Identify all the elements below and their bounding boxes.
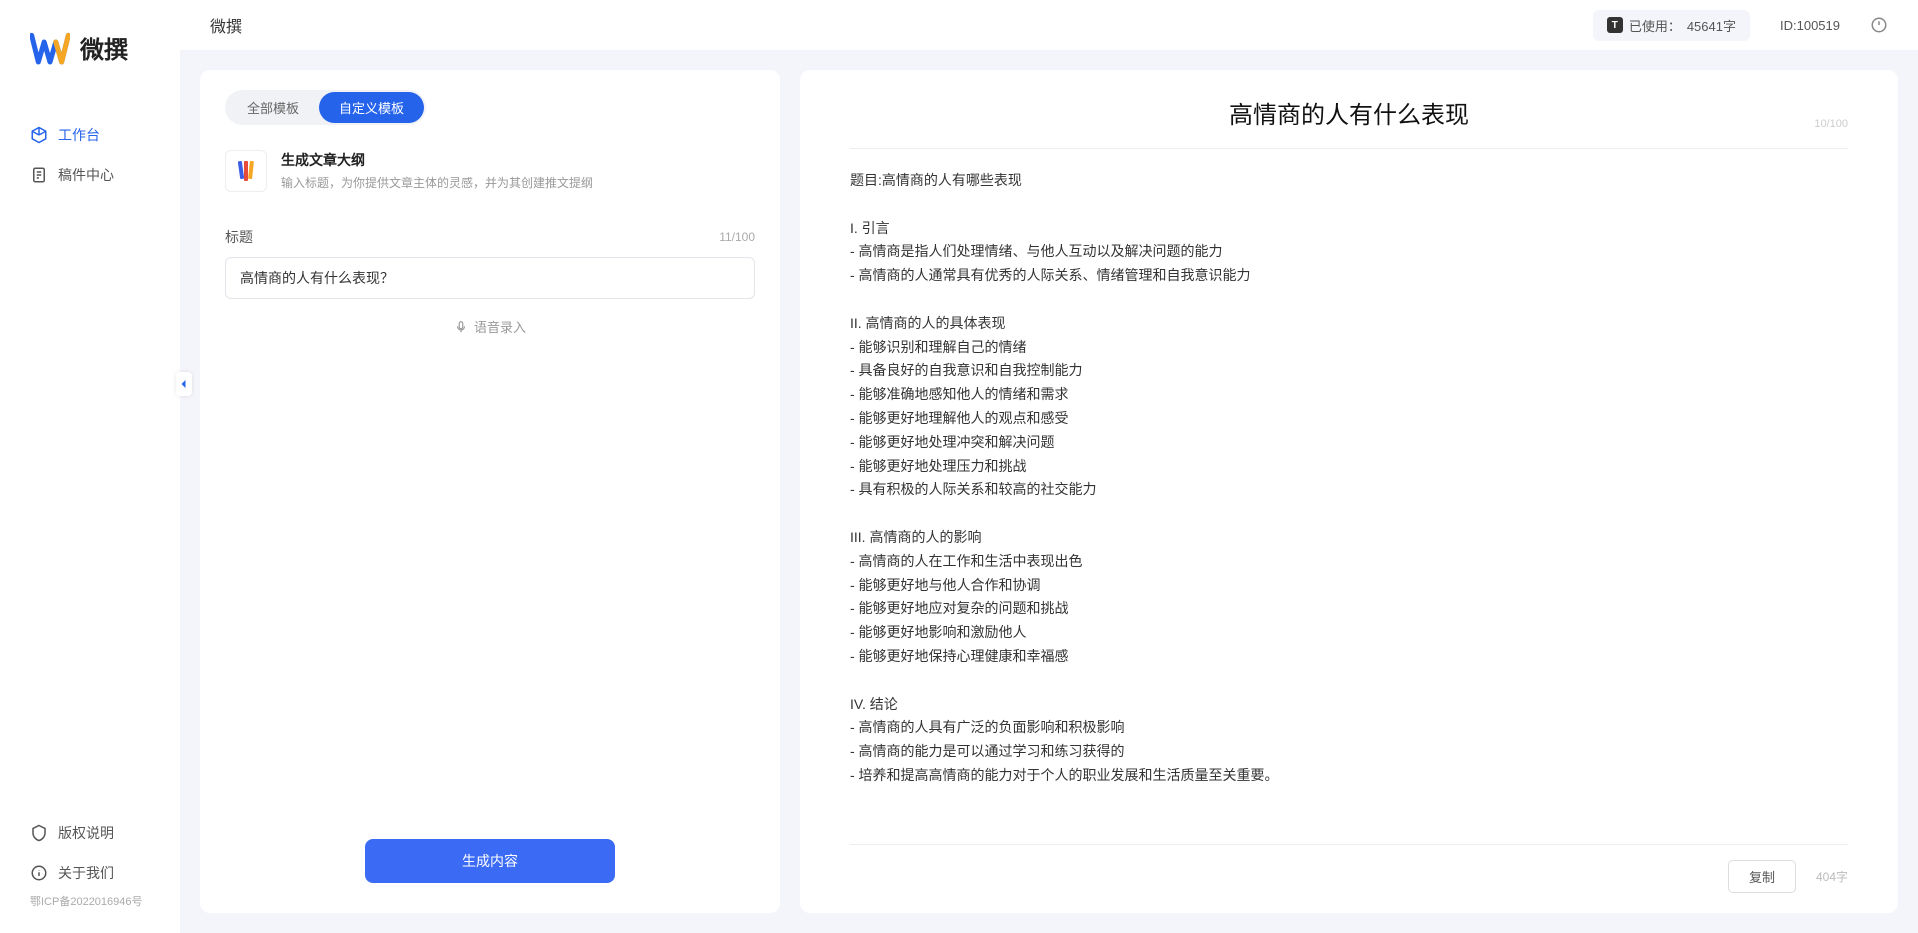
generate-button[interactable]: 生成内容 xyxy=(365,839,615,883)
form-section: 标题 11/100 语音录入 xyxy=(225,227,755,336)
template-icon xyxy=(225,150,267,192)
logo: 微撰 xyxy=(0,0,180,105)
breadcrumb: 微撰 xyxy=(210,13,242,37)
nav-items: 工作台 稿件中心 xyxy=(0,105,180,813)
nav-label: 工作台 xyxy=(58,125,100,145)
logo-text: 微撰 xyxy=(80,30,128,65)
text-badge-icon: T xyxy=(1607,17,1623,33)
output-title: 高情商的人有什么表现 xyxy=(850,95,1848,130)
microphone-icon xyxy=(454,320,468,334)
right-panel: 高情商的人有什么表现 10/100 题目:高情商的人有哪些表现 I. 引言 - … xyxy=(800,70,1898,913)
title-label: 标题 xyxy=(225,227,253,247)
nav-label: 关于我们 xyxy=(58,863,114,883)
top-bar: 微撰 T 已使用： 45641字 ID:100519 xyxy=(180,0,1918,50)
usage-label: 已使用： xyxy=(1629,16,1681,35)
tab-all-templates[interactable]: 全部模板 xyxy=(227,92,319,123)
tab-switch: 全部模板 自定义模板 xyxy=(225,90,426,125)
voice-label: 语音录入 xyxy=(474,317,526,336)
output-body[interactable]: 题目:高情商的人有哪些表现 I. 引言 - 高情商是指人们处理情绪、与他人互动以… xyxy=(850,149,1848,845)
nav-label: 稿件中心 xyxy=(58,165,114,185)
title-input[interactable] xyxy=(225,257,755,299)
doc-icon xyxy=(30,166,48,184)
voice-input-button[interactable]: 语音录入 xyxy=(225,317,755,336)
nav-item-workspace[interactable]: 工作台 xyxy=(0,115,180,155)
nav-item-drafts[interactable]: 稿件中心 xyxy=(0,155,180,195)
tab-custom-template[interactable]: 自定义模板 xyxy=(319,92,424,123)
shield-icon xyxy=(30,824,48,842)
main-area: 微撰 T 已使用： 45641字 ID:100519 全部模板 xyxy=(180,0,1918,933)
top-right: T 已使用： 45641字 ID:100519 xyxy=(1593,10,1888,41)
template-title: 生成文章大纲 xyxy=(281,150,755,170)
nav-bottom: 版权说明 关于我们 鄂ICP备2022016946号 xyxy=(0,813,180,933)
output-footer: 复制 404字 xyxy=(850,845,1848,893)
logo-icon xyxy=(30,32,70,64)
sidebar-collapse-button[interactable] xyxy=(176,372,192,396)
word-count: 404字 xyxy=(1816,868,1848,885)
output-counter: 10/100 xyxy=(1814,118,1848,130)
user-id: ID:100519 xyxy=(1780,18,1840,33)
power-icon[interactable] xyxy=(1870,16,1888,34)
template-desc: 输入标题，为你提供文章主体的灵感，并为其创建推文提纲 xyxy=(281,174,755,191)
nav-item-about[interactable]: 关于我们 xyxy=(0,853,180,893)
title-char-count: 11/100 xyxy=(719,230,755,244)
usage-badge[interactable]: T 已使用： 45641字 xyxy=(1593,10,1750,41)
template-card: 生成文章大纲 输入标题，为你提供文章主体的灵感，并为其创建推文提纲 xyxy=(225,150,755,192)
template-info: 生成文章大纲 输入标题，为你提供文章主体的灵感，并为其创建推文提纲 xyxy=(281,150,755,191)
info-icon xyxy=(30,864,48,882)
nav-item-copyright[interactable]: 版权说明 xyxy=(0,813,180,853)
sidebar: 微撰 工作台 稿件中心 版权说明 xyxy=(0,0,180,933)
nav-label: 版权说明 xyxy=(58,823,114,843)
cube-icon xyxy=(30,126,48,144)
icp-text: 鄂ICP备2022016946号 xyxy=(0,893,180,913)
left-panel: 全部模板 自定义模板 生成文章大纲 输入标题，为你提供文章主体的灵感，并为其创建… xyxy=(200,70,780,913)
content-area: 全部模板 自定义模板 生成文章大纲 输入标题，为你提供文章主体的灵感，并为其创建… xyxy=(180,50,1918,933)
copy-button[interactable]: 复制 xyxy=(1728,860,1796,893)
output-title-row: 高情商的人有什么表现 10/100 xyxy=(850,95,1848,149)
usage-value: 45641字 xyxy=(1687,16,1736,35)
